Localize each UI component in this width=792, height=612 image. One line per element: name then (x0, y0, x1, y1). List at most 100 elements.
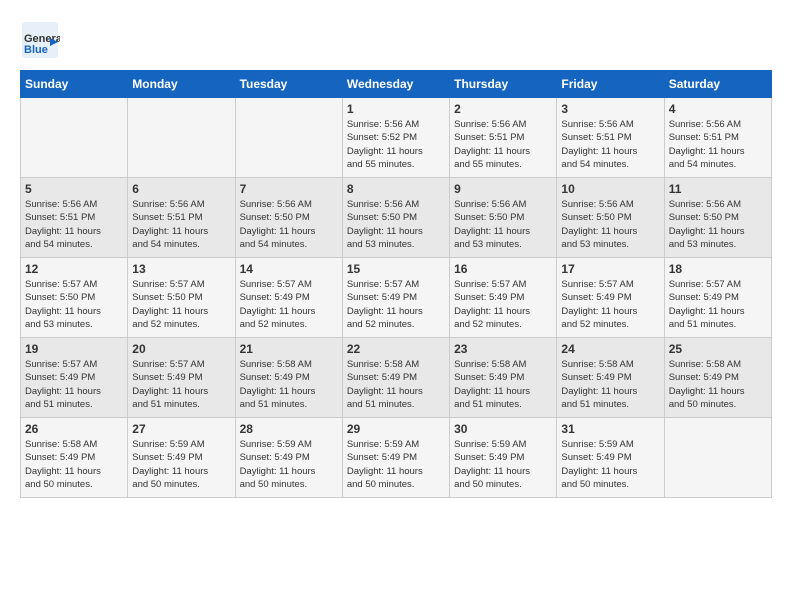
day-info: Sunrise: 5:57 AM Sunset: 5:50 PM Dayligh… (25, 278, 123, 331)
calendar-cell: 23 Sunrise: 5:58 AM Sunset: 5:49 PM Dayli… (450, 338, 557, 418)
calendar-cell: 24 Sunrise: 5:58 AM Sunset: 5:49 PM Dayli… (557, 338, 664, 418)
day-number: 2 (454, 102, 552, 116)
calendar-cell: 30 Sunrise: 5:59 AM Sunset: 5:49 PM Dayli… (450, 418, 557, 498)
calendar-cell: 1Sunrise: 5:56 AM Sunset: 5:52 PM Daylig… (342, 98, 449, 178)
day-number: 5 (25, 182, 123, 196)
day-number: 17 (561, 262, 659, 276)
day-info: Sunrise: 5:56 AM Sunset: 5:51 PM Dayligh… (669, 118, 767, 171)
calendar-cell: 16 Sunrise: 5:57 AM Sunset: 5:49 PM Dayli… (450, 258, 557, 338)
header-thursday: Thursday (450, 71, 557, 98)
day-info: Sunrise: 5:59 AM Sunset: 5:49 PM Dayligh… (454, 438, 552, 491)
day-info: Sunrise: 5:56 AM Sunset: 5:50 PM Dayligh… (454, 198, 552, 251)
calendar-cell: 29Sunrise: 5:59 AM Sunset: 5:49 PM Dayli… (342, 418, 449, 498)
day-number: 26 (25, 422, 123, 436)
logo-icon: General Blue (20, 20, 60, 60)
day-number: 24 (561, 342, 659, 356)
calendar-cell: 28 Sunrise: 5:59 AM Sunset: 5:49 PM Dayli… (235, 418, 342, 498)
calendar-table: Sunday Monday Tuesday Wednesday Thursday… (20, 70, 772, 498)
calendar-cell: 2 Sunrise: 5:56 AM Sunset: 5:51 PM Daylig… (450, 98, 557, 178)
header-saturday: Saturday (664, 71, 771, 98)
calendar-header: Sunday Monday Tuesday Wednesday Thursday… (21, 71, 772, 98)
day-number: 13 (132, 262, 230, 276)
day-info: Sunrise: 5:58 AM Sunset: 5:49 PM Dayligh… (669, 358, 767, 411)
day-number: 12 (25, 262, 123, 276)
calendar-cell: 4 Sunrise: 5:56 AM Sunset: 5:51 PM Daylig… (664, 98, 771, 178)
calendar-cell: 8Sunrise: 5:56 AM Sunset: 5:50 PM Daylig… (342, 178, 449, 258)
calendar-cell: 12 Sunrise: 5:57 AM Sunset: 5:50 PM Dayli… (21, 258, 128, 338)
day-info: Sunrise: 5:59 AM Sunset: 5:49 PM Dayligh… (240, 438, 338, 491)
calendar-body: 1Sunrise: 5:56 AM Sunset: 5:52 PM Daylig… (21, 98, 772, 498)
day-number: 9 (454, 182, 552, 196)
calendar-cell: 7 Sunrise: 5:56 AM Sunset: 5:50 PM Daylig… (235, 178, 342, 258)
calendar-cell (235, 98, 342, 178)
day-number: 30 (454, 422, 552, 436)
calendar-cell: 17 Sunrise: 5:57 AM Sunset: 5:49 PM Dayli… (557, 258, 664, 338)
day-info: Sunrise: 5:56 AM Sunset: 5:50 PM Dayligh… (240, 198, 338, 251)
day-number: 31 (561, 422, 659, 436)
weekday-header-row: Sunday Monday Tuesday Wednesday Thursday… (21, 71, 772, 98)
day-info: Sunrise: 5:58 AM Sunset: 5:49 PM Dayligh… (25, 438, 123, 491)
day-number: 4 (669, 102, 767, 116)
day-info: Sunrise: 5:57 AM Sunset: 5:49 PM Dayligh… (25, 358, 123, 411)
calendar-cell: 15Sunrise: 5:57 AM Sunset: 5:49 PM Dayli… (342, 258, 449, 338)
day-info: Sunrise: 5:57 AM Sunset: 5:49 PM Dayligh… (347, 278, 445, 331)
calendar-cell: 14Sunrise: 5:57 AM Sunset: 5:49 PM Dayli… (235, 258, 342, 338)
day-info: Sunrise: 5:56 AM Sunset: 5:51 PM Dayligh… (25, 198, 123, 251)
day-info: Sunrise: 5:57 AM Sunset: 5:50 PM Dayligh… (132, 278, 230, 331)
day-number: 22 (347, 342, 445, 356)
calendar-cell: 20Sunrise: 5:57 AM Sunset: 5:49 PM Dayli… (128, 338, 235, 418)
svg-text:Blue: Blue (24, 44, 48, 56)
calendar-cell: 11 Sunrise: 5:56 AM Sunset: 5:50 PM Dayli… (664, 178, 771, 258)
calendar-cell: 18Sunrise: 5:57 AM Sunset: 5:49 PM Dayli… (664, 258, 771, 338)
calendar-cell (21, 98, 128, 178)
calendar-cell: 10 Sunrise: 5:56 AM Sunset: 5:50 PM Dayli… (557, 178, 664, 258)
calendar-cell: 27 Sunrise: 5:59 AM Sunset: 5:49 PM Dayli… (128, 418, 235, 498)
header-tuesday: Tuesday (235, 71, 342, 98)
day-number: 6 (132, 182, 230, 196)
page-header: General Blue (20, 20, 772, 60)
day-info: Sunrise: 5:56 AM Sunset: 5:51 PM Dayligh… (132, 198, 230, 251)
day-number: 25 (669, 342, 767, 356)
calendar-week-5: 26 Sunrise: 5:58 AM Sunset: 5:49 PM Dayli… (21, 418, 772, 498)
calendar-cell: 21Sunrise: 5:58 AM Sunset: 5:49 PM Dayli… (235, 338, 342, 418)
calendar-week-3: 12 Sunrise: 5:57 AM Sunset: 5:50 PM Dayli… (21, 258, 772, 338)
day-number: 16 (454, 262, 552, 276)
day-info: Sunrise: 5:56 AM Sunset: 5:51 PM Dayligh… (454, 118, 552, 171)
day-info: Sunrise: 5:59 AM Sunset: 5:49 PM Dayligh… (132, 438, 230, 491)
day-info: Sunrise: 5:56 AM Sunset: 5:50 PM Dayligh… (347, 198, 445, 251)
day-number: 10 (561, 182, 659, 196)
day-info: Sunrise: 5:56 AM Sunset: 5:50 PM Dayligh… (561, 198, 659, 251)
calendar-cell: 5 Sunrise: 5:56 AM Sunset: 5:51 PM Daylig… (21, 178, 128, 258)
calendar-cell: 31 Sunrise: 5:59 AM Sunset: 5:49 PM Dayli… (557, 418, 664, 498)
calendar-cell: 3Sunrise: 5:56 AM Sunset: 5:51 PM Daylig… (557, 98, 664, 178)
day-info: Sunrise: 5:57 AM Sunset: 5:49 PM Dayligh… (669, 278, 767, 331)
day-info: Sunrise: 5:58 AM Sunset: 5:49 PM Dayligh… (561, 358, 659, 411)
header-monday: Monday (128, 71, 235, 98)
calendar-cell (664, 418, 771, 498)
day-info: Sunrise: 5:58 AM Sunset: 5:49 PM Dayligh… (454, 358, 552, 411)
day-number: 23 (454, 342, 552, 356)
day-info: Sunrise: 5:59 AM Sunset: 5:49 PM Dayligh… (561, 438, 659, 491)
day-number: 11 (669, 182, 767, 196)
day-number: 28 (240, 422, 338, 436)
day-info: Sunrise: 5:56 AM Sunset: 5:51 PM Dayligh… (561, 118, 659, 171)
day-info: Sunrise: 5:57 AM Sunset: 5:49 PM Dayligh… (240, 278, 338, 331)
calendar-cell: 9 Sunrise: 5:56 AM Sunset: 5:50 PM Daylig… (450, 178, 557, 258)
calendar-cell: 22 Sunrise: 5:58 AM Sunset: 5:49 PM Dayli… (342, 338, 449, 418)
day-number: 19 (25, 342, 123, 356)
day-info: Sunrise: 5:57 AM Sunset: 5:49 PM Dayligh… (561, 278, 659, 331)
calendar-cell: 13 Sunrise: 5:57 AM Sunset: 5:50 PM Dayli… (128, 258, 235, 338)
calendar-cell: 19 Sunrise: 5:57 AM Sunset: 5:49 PM Dayli… (21, 338, 128, 418)
day-info: Sunrise: 5:57 AM Sunset: 5:49 PM Dayligh… (454, 278, 552, 331)
day-number: 29 (347, 422, 445, 436)
day-info: Sunrise: 5:58 AM Sunset: 5:49 PM Dayligh… (240, 358, 338, 411)
day-number: 27 (132, 422, 230, 436)
calendar-week-1: 1Sunrise: 5:56 AM Sunset: 5:52 PM Daylig… (21, 98, 772, 178)
calendar-week-2: 5 Sunrise: 5:56 AM Sunset: 5:51 PM Daylig… (21, 178, 772, 258)
day-info: Sunrise: 5:56 AM Sunset: 5:50 PM Dayligh… (669, 198, 767, 251)
day-number: 7 (240, 182, 338, 196)
header-friday: Friday (557, 71, 664, 98)
calendar-cell: 25 Sunrise: 5:58 AM Sunset: 5:49 PM Dayli… (664, 338, 771, 418)
day-info: Sunrise: 5:58 AM Sunset: 5:49 PM Dayligh… (347, 358, 445, 411)
day-info: Sunrise: 5:57 AM Sunset: 5:49 PM Dayligh… (132, 358, 230, 411)
